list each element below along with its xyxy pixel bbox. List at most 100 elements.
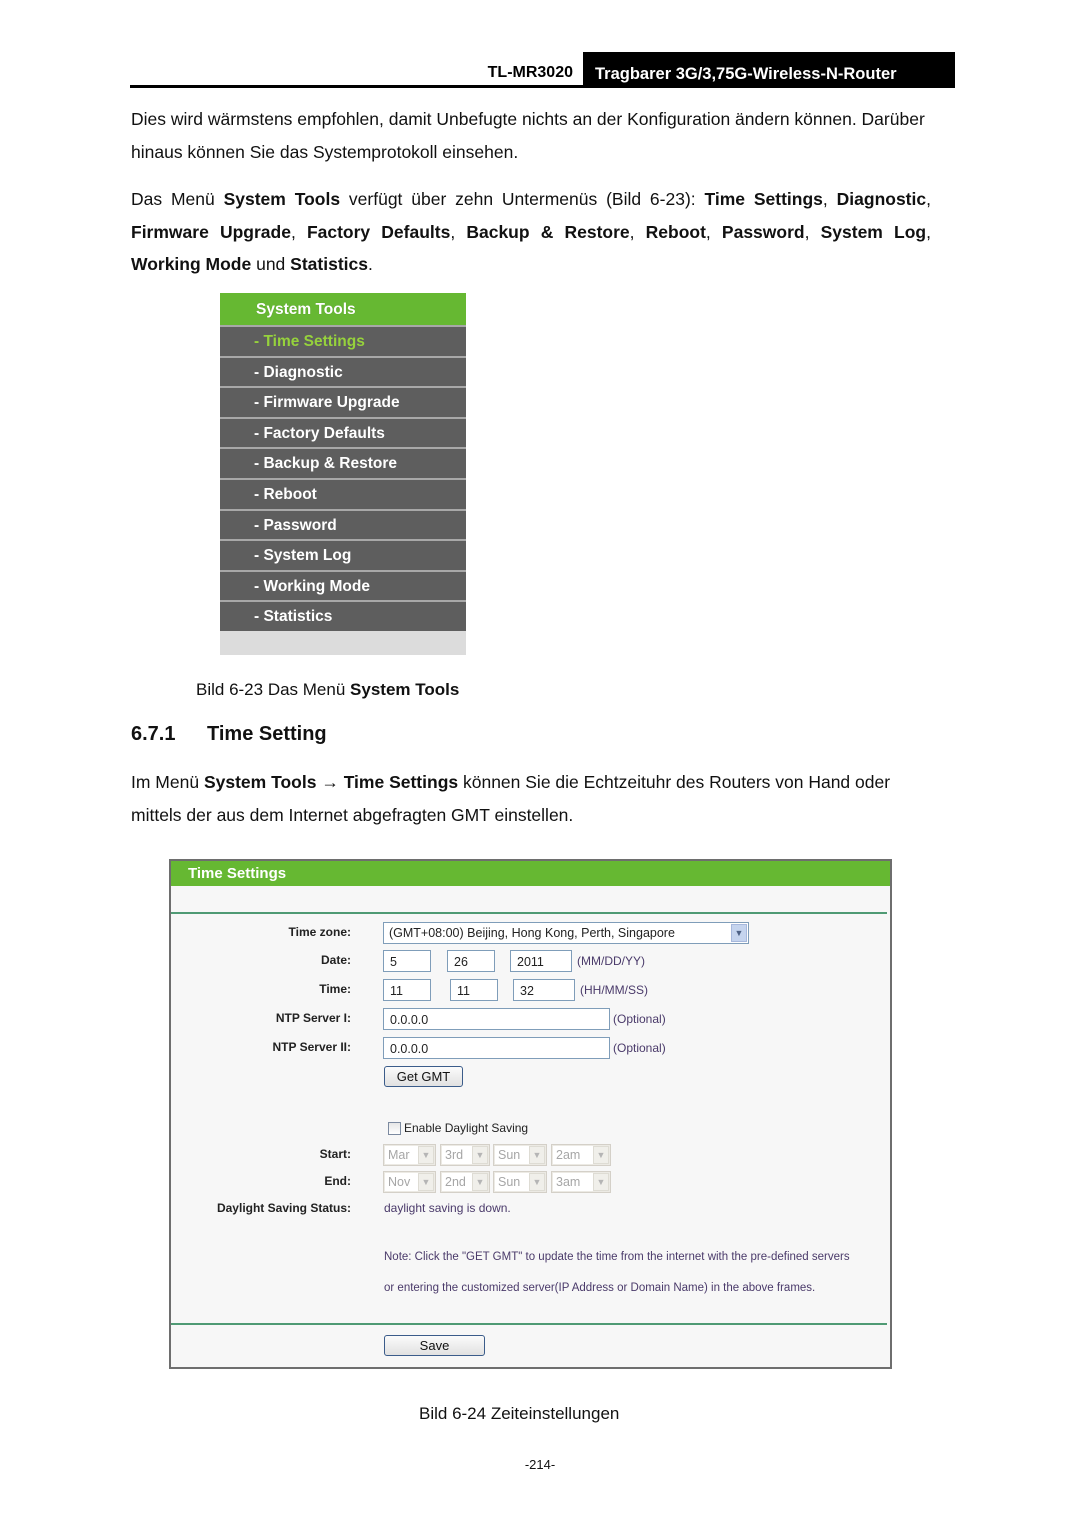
menu-item-time-settings[interactable]: - Time Settings bbox=[220, 325, 466, 356]
bold-term: Diagnostic bbox=[836, 189, 927, 209]
bold-term: System Tools bbox=[203, 772, 317, 792]
menu-item-factory-defaults[interactable]: - Factory Defaults bbox=[220, 416, 466, 448]
date-year-input[interactable]: 2011 bbox=[510, 950, 572, 972]
bold-term: System Tools bbox=[223, 189, 341, 209]
bold-term: Time Settings bbox=[704, 189, 823, 209]
select-value: Mar bbox=[388, 1148, 410, 1162]
chevron-down-icon[interactable]: ▼ bbox=[731, 924, 747, 942]
select-value: 2nd bbox=[445, 1175, 466, 1189]
section-heading: 6.7.1 Time Setting bbox=[131, 723, 327, 746]
bold-term: System Tools bbox=[350, 680, 460, 699]
text: , bbox=[926, 189, 931, 209]
chevron-down-icon[interactable]: ▼ bbox=[418, 1173, 434, 1191]
time-label: Time: bbox=[319, 982, 351, 996]
enable-daylight-saving-label: Enable Daylight Saving bbox=[404, 1121, 529, 1135]
dst-end-month-select[interactable]: Nov ▼ bbox=[383, 1171, 436, 1193]
dst-status-label: Daylight Saving Status: bbox=[216, 1201, 351, 1215]
chevron-down-icon[interactable]: ▼ bbox=[418, 1146, 434, 1164]
text: . bbox=[367, 254, 373, 274]
ntp-server-1-label: NTP Server I: bbox=[275, 1011, 351, 1025]
arrow: → bbox=[316, 772, 344, 792]
header-model: TL-MR3020 bbox=[487, 64, 573, 81]
time-minute-input[interactable]: 11 bbox=[450, 979, 498, 1001]
dst-start-hour-select[interactable]: 2am ▼ bbox=[551, 1144, 611, 1166]
chevron-down-icon[interactable]: ▼ bbox=[472, 1146, 488, 1164]
menu-item-diagnostic[interactable]: - Diagnostic bbox=[220, 355, 466, 387]
chevron-down-icon[interactable]: ▼ bbox=[529, 1146, 545, 1164]
divider bbox=[171, 1323, 887, 1325]
menu-item-reboot[interactable]: - Reboot bbox=[220, 477, 466, 509]
ntp-server-1-hint: (Optional) bbox=[613, 1012, 666, 1026]
header-title: Tragbarer 3G/3,75G-Wireless-N-Router bbox=[583, 52, 955, 85]
dst-start-label: Start: bbox=[319, 1147, 351, 1161]
enable-daylight-saving-checkbox[interactable] bbox=[388, 1122, 401, 1135]
menu-item-firmware-upgrade[interactable]: - Firmware Upgrade bbox=[220, 386, 466, 417]
section-title: Time Setting bbox=[207, 723, 327, 745]
dst-start-month-select[interactable]: Mar ▼ bbox=[383, 1144, 436, 1166]
figure-caption-6-24: Bild 6-24 Zeiteinstellungen bbox=[419, 1404, 620, 1423]
save-button[interactable]: Save bbox=[384, 1335, 485, 1356]
section-number: 6.7.1 bbox=[131, 723, 176, 745]
select-value: Nov bbox=[388, 1175, 411, 1189]
text: , bbox=[926, 221, 931, 242]
menu-item-system-log[interactable]: - System Log bbox=[220, 539, 466, 570]
text: , bbox=[705, 221, 722, 242]
running-header: TL-MR3020 Tragbarer 3G/3,75G-Wireless-N-… bbox=[130, 52, 955, 88]
menu-item-working-mode[interactable]: - Working Mode bbox=[220, 569, 466, 601]
dst-status-value: daylight saving is down. bbox=[384, 1201, 511, 1215]
bold-term: Password bbox=[721, 221, 805, 242]
text: Bild 6-23 Das Menü bbox=[196, 680, 351, 699]
dst-end-hour-select[interactable]: 3am ▼ bbox=[551, 1171, 611, 1193]
dst-start-day-select[interactable]: Sun ▼ bbox=[493, 1144, 547, 1166]
text: Das Menü bbox=[131, 189, 224, 209]
menu-item-backup-restore[interactable]: - Backup & Restore bbox=[220, 447, 466, 478]
ntp-server-1-input[interactable]: 0.0.0.0 bbox=[383, 1008, 610, 1030]
bold-term: Reboot bbox=[645, 221, 706, 242]
select-value: 3am bbox=[556, 1175, 581, 1189]
bold-term: Time Settings bbox=[343, 772, 459, 792]
menu-item-statistics[interactable]: - Statistics bbox=[220, 600, 466, 631]
chevron-down-icon[interactable]: ▼ bbox=[593, 1173, 609, 1191]
date-format-hint: (MM/DD/YY) bbox=[577, 954, 645, 968]
note-line-1: Note: Click the "GET GMT" to update the … bbox=[384, 1251, 850, 1263]
date-day-input[interactable]: 26 bbox=[447, 950, 495, 972]
select-value: 2am bbox=[556, 1148, 581, 1162]
text: , bbox=[629, 221, 646, 242]
get-gmt-button[interactable]: Get GMT bbox=[384, 1066, 463, 1087]
chevron-down-icon[interactable]: ▼ bbox=[472, 1173, 488, 1191]
bold-term: Firmware Upgrade bbox=[131, 221, 291, 242]
note-line-2: or entering the customized server(IP Add… bbox=[384, 1282, 816, 1294]
menu-heading[interactable]: System Tools bbox=[220, 293, 466, 325]
dst-start-week-select[interactable]: 3rd ▼ bbox=[440, 1144, 490, 1166]
menu-item-password[interactable]: - Password bbox=[220, 508, 466, 540]
text: , bbox=[804, 221, 821, 242]
timezone-select[interactable]: (GMT+08:00) Beijing, Hong Kong, Perth, S… bbox=[383, 922, 749, 944]
time-settings-panel: Time Settings Time zone: (GMT+08:00) Bei… bbox=[169, 859, 892, 1369]
dst-end-label: End: bbox=[324, 1174, 351, 1188]
section-paragraph: Im Menü System Tools → Time Settings kön… bbox=[131, 766, 931, 831]
date-label: Date: bbox=[320, 953, 351, 967]
time-second-input[interactable]: 32 bbox=[513, 979, 575, 1001]
figure-caption-6-23: Bild 6-23 Das Menü System Tools bbox=[196, 680, 459, 700]
menu-paragraph: Das Menü System Tools verfügt über zehn … bbox=[131, 183, 931, 281]
dst-end-week-select[interactable]: 2nd ▼ bbox=[440, 1171, 490, 1193]
text: , bbox=[290, 221, 307, 242]
bold-term: Working Mode bbox=[131, 254, 252, 274]
ntp-server-2-input[interactable]: 0.0.0.0 bbox=[383, 1037, 610, 1059]
text: verfügt über zehn Untermenüs (Bild 6-23)… bbox=[340, 189, 705, 209]
intro-paragraph: Dies wird wärmstens empfohlen, damit Unb… bbox=[131, 109, 925, 162]
timezone-value: (GMT+08:00) Beijing, Hong Kong, Perth, S… bbox=[389, 926, 675, 940]
time-hour-input[interactable]: 11 bbox=[383, 979, 431, 1001]
ntp-server-2-label: NTP Server II: bbox=[272, 1040, 351, 1054]
system-tools-menu-figure: System Tools - Time Settings - Diagnosti… bbox=[220, 293, 466, 655]
panel-heading: Time Settings bbox=[171, 861, 890, 886]
text: , bbox=[822, 189, 837, 209]
dst-end-day-select[interactable]: Sun ▼ bbox=[493, 1171, 547, 1193]
date-month-input[interactable]: 5 bbox=[383, 950, 431, 972]
bold-term: Statistics bbox=[290, 254, 368, 274]
time-format-hint: (HH/MM/SS) bbox=[580, 983, 648, 997]
text: und bbox=[251, 254, 291, 274]
select-value: Sun bbox=[498, 1148, 521, 1162]
chevron-down-icon[interactable]: ▼ bbox=[529, 1173, 545, 1191]
chevron-down-icon[interactable]: ▼ bbox=[593, 1146, 609, 1164]
